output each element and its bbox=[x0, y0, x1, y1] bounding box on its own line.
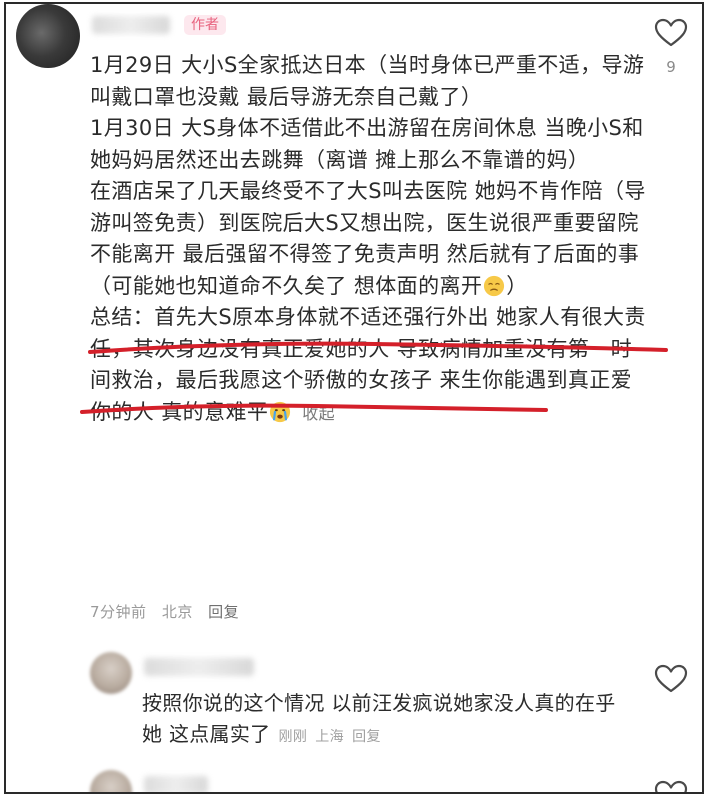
crying-face-emoji-icon bbox=[270, 401, 291, 422]
comment-time: 7分钟前 bbox=[90, 603, 147, 621]
comment-location: 北京 bbox=[161, 603, 193, 621]
heart-outline-icon[interactable] bbox=[654, 780, 688, 794]
heart-outline-icon[interactable] bbox=[654, 18, 688, 48]
author-avatar[interactable] bbox=[16, 4, 80, 68]
reply-button[interactable]: 回复 bbox=[208, 603, 239, 621]
comment-paragraph: 1月29日 大小S全家抵达日本（当时身体已严重不适，导游叫戴口罩也没戴 最后导游… bbox=[90, 53, 645, 109]
comment-paragraph-tail: ） bbox=[506, 273, 528, 298]
comment-paragraph-text: 在酒店呆了几天最终受不了大S叫去医院 她妈不肯作陪（导游叫签免责）到医院后大S又… bbox=[90, 179, 646, 298]
next-comment-avatar[interactable] bbox=[90, 770, 132, 792]
reply-comment-body: 按照你说的这个情况 以前汪发疯说她家没人真的在乎她 这点属实了 刚刚 上海 回复 bbox=[142, 688, 632, 753]
like-count: 9 bbox=[666, 58, 676, 76]
heart-outline-icon[interactable] bbox=[654, 664, 688, 694]
comment-summary-text: 总结：首先大S原本身体就不适还强行外出 她家人有很大责任，其次身边没有真正爱她的… bbox=[90, 305, 646, 424]
author-badge: 作者 bbox=[184, 15, 226, 35]
reply-comment-time: 刚刚 bbox=[278, 729, 308, 745]
reply-comment-meta: 刚刚 上海 回复 bbox=[278, 729, 388, 745]
reply-avatar[interactable] bbox=[90, 652, 132, 694]
comment-meta: 7分钟前 北京 回复 bbox=[90, 601, 249, 622]
comment-paragraph: 1月30日 大S身体不适借此不出游留在房间休息 当晚小S和她妈妈居然还出去跳舞（… bbox=[90, 116, 644, 172]
collapse-link[interactable]: 收起 bbox=[302, 404, 335, 423]
comment-paragraph: 在酒店呆了几天最终受不了大S叫去医院 她妈不肯作陪（导游叫签免责）到医院后大S又… bbox=[90, 176, 650, 302]
reply-comment-location: 上海 bbox=[315, 729, 345, 745]
comment-body: 1月29日 大小S全家抵达日本（当时身体已严重不适，导游叫戴口罩也没戴 最后导游… bbox=[90, 50, 650, 429]
reply-comment-reply-button[interactable]: 回复 bbox=[352, 729, 381, 745]
next-comment-author-name-blurred[interactable] bbox=[144, 776, 208, 792]
author-name-blurred[interactable] bbox=[92, 16, 170, 34]
screenshot-frame: 作者 9 1月29日 大小S全家抵达日本（当时身体已严重不适，导游叫戴口罩也没戴… bbox=[4, 2, 704, 794]
comment-summary: 总结：首先大S原本身体就不适还强行外出 她家人有很大责任，其次身边没有真正爱她的… bbox=[90, 302, 650, 429]
reply-author-name-blurred[interactable] bbox=[144, 658, 254, 676]
sad-face-emoji-icon bbox=[484, 275, 505, 296]
